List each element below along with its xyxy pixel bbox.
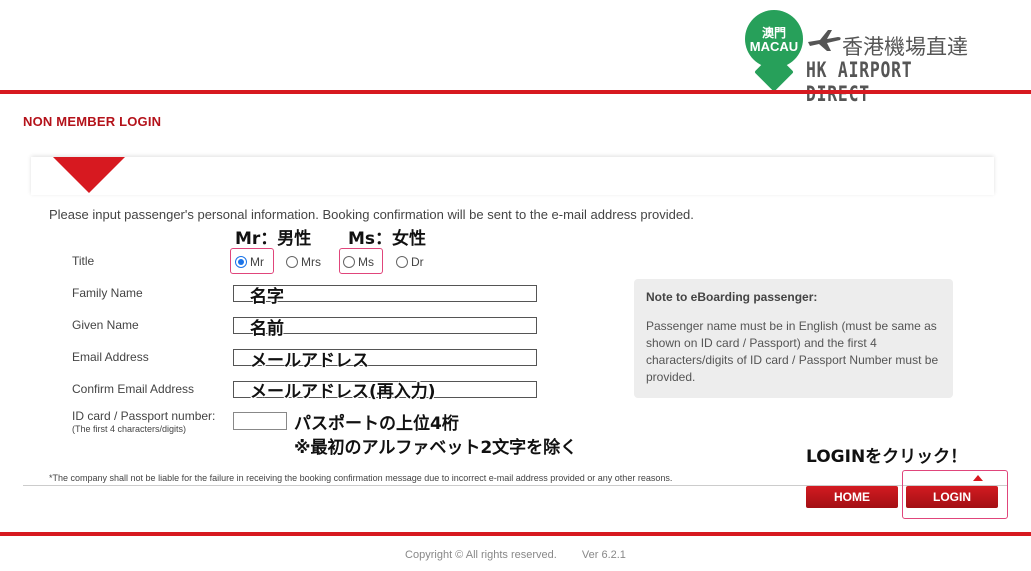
card-triangle-decoration xyxy=(53,157,125,193)
eboarding-note: Note to eBoarding passenger: Passenger n… xyxy=(634,279,953,398)
radio-mr[interactable] xyxy=(235,256,247,268)
id-passport-sublabel: (The first 4 characters/digits) xyxy=(72,424,187,434)
footer-divider xyxy=(0,532,1031,536)
login-button[interactable]: LOGIN xyxy=(906,486,998,508)
annotation-confirm-email: メールアドレス(再入力) xyxy=(250,382,436,402)
caret-up-icon xyxy=(973,475,983,481)
title-option-dr[interactable]: Dr xyxy=(396,254,424,270)
title-option-mrs[interactable]: Mrs xyxy=(286,254,321,270)
page-title: NON MEMBER LOGIN xyxy=(23,114,162,129)
page-footer: Copyright © All rights reserved. Ver 6.2… xyxy=(0,549,1031,561)
annotation-passport-1: パスポートの上位4桁 xyxy=(294,414,459,434)
id-passport-field[interactable] xyxy=(233,412,287,430)
intro-text: Please input passenger's personal inform… xyxy=(49,207,694,222)
disclaimer-text: *The company shall not be liable for the… xyxy=(49,473,673,483)
title-option-mr[interactable]: Mr xyxy=(235,254,264,270)
note-body: Passenger name must be in English (must … xyxy=(646,319,939,384)
copyright-text: Copyright © All rights reserved. xyxy=(405,549,557,561)
version-text: Ver 6.2.1 xyxy=(581,549,626,561)
title-option-mrs-label: Mrs xyxy=(301,255,321,269)
logo-title-en: HK AIRPORT DIRECT xyxy=(806,58,913,106)
home-button[interactable]: HOME xyxy=(806,486,898,508)
title-option-mr-label: Mr xyxy=(250,255,264,269)
title-option-ms-label: Ms xyxy=(358,255,374,269)
title-option-ms[interactable]: Ms xyxy=(343,254,374,270)
email-label: Email Address xyxy=(72,350,149,364)
radio-ms[interactable] xyxy=(343,256,355,268)
logo-badge-top: 澳門 xyxy=(761,26,786,40)
radio-dr[interactable] xyxy=(396,256,408,268)
airplane-icon xyxy=(808,30,841,51)
annotation-login: LOGINをクリック！ xyxy=(806,447,968,467)
logo-badge-bottom: MACAU xyxy=(749,39,799,54)
annotation-mr: Mr：男性 xyxy=(235,229,312,249)
note-title: Note to eBoarding passenger: xyxy=(646,290,818,304)
given-name-label: Given Name xyxy=(72,318,139,332)
annotation-given-name: 名前 xyxy=(250,319,284,339)
macau-logo-text: 澳門 MACAU xyxy=(745,26,803,54)
confirm-email-label: Confirm Email Address xyxy=(72,382,195,396)
title-label: Title xyxy=(72,254,95,268)
annotation-passport-2: ※最初のアルファベット2文字を除く xyxy=(294,438,578,458)
radio-mrs[interactable] xyxy=(286,256,298,268)
form-card xyxy=(31,157,994,195)
family-name-label: Family Name xyxy=(72,286,143,300)
header-divider xyxy=(0,90,1031,94)
page-header: 澳門 MACAU 香港機場直達 HK AIRPORT DIRECT xyxy=(0,0,1031,106)
id-passport-label: ID card / Passport number: xyxy=(72,409,216,423)
annotation-email: メールアドレス xyxy=(250,351,369,371)
annotation-family-name: 名字 xyxy=(250,287,284,307)
annotation-ms: Ms：女性 xyxy=(348,229,427,249)
logo-title-cn: 香港機場直達 xyxy=(842,35,968,59)
title-option-dr-label: Dr xyxy=(411,255,424,269)
